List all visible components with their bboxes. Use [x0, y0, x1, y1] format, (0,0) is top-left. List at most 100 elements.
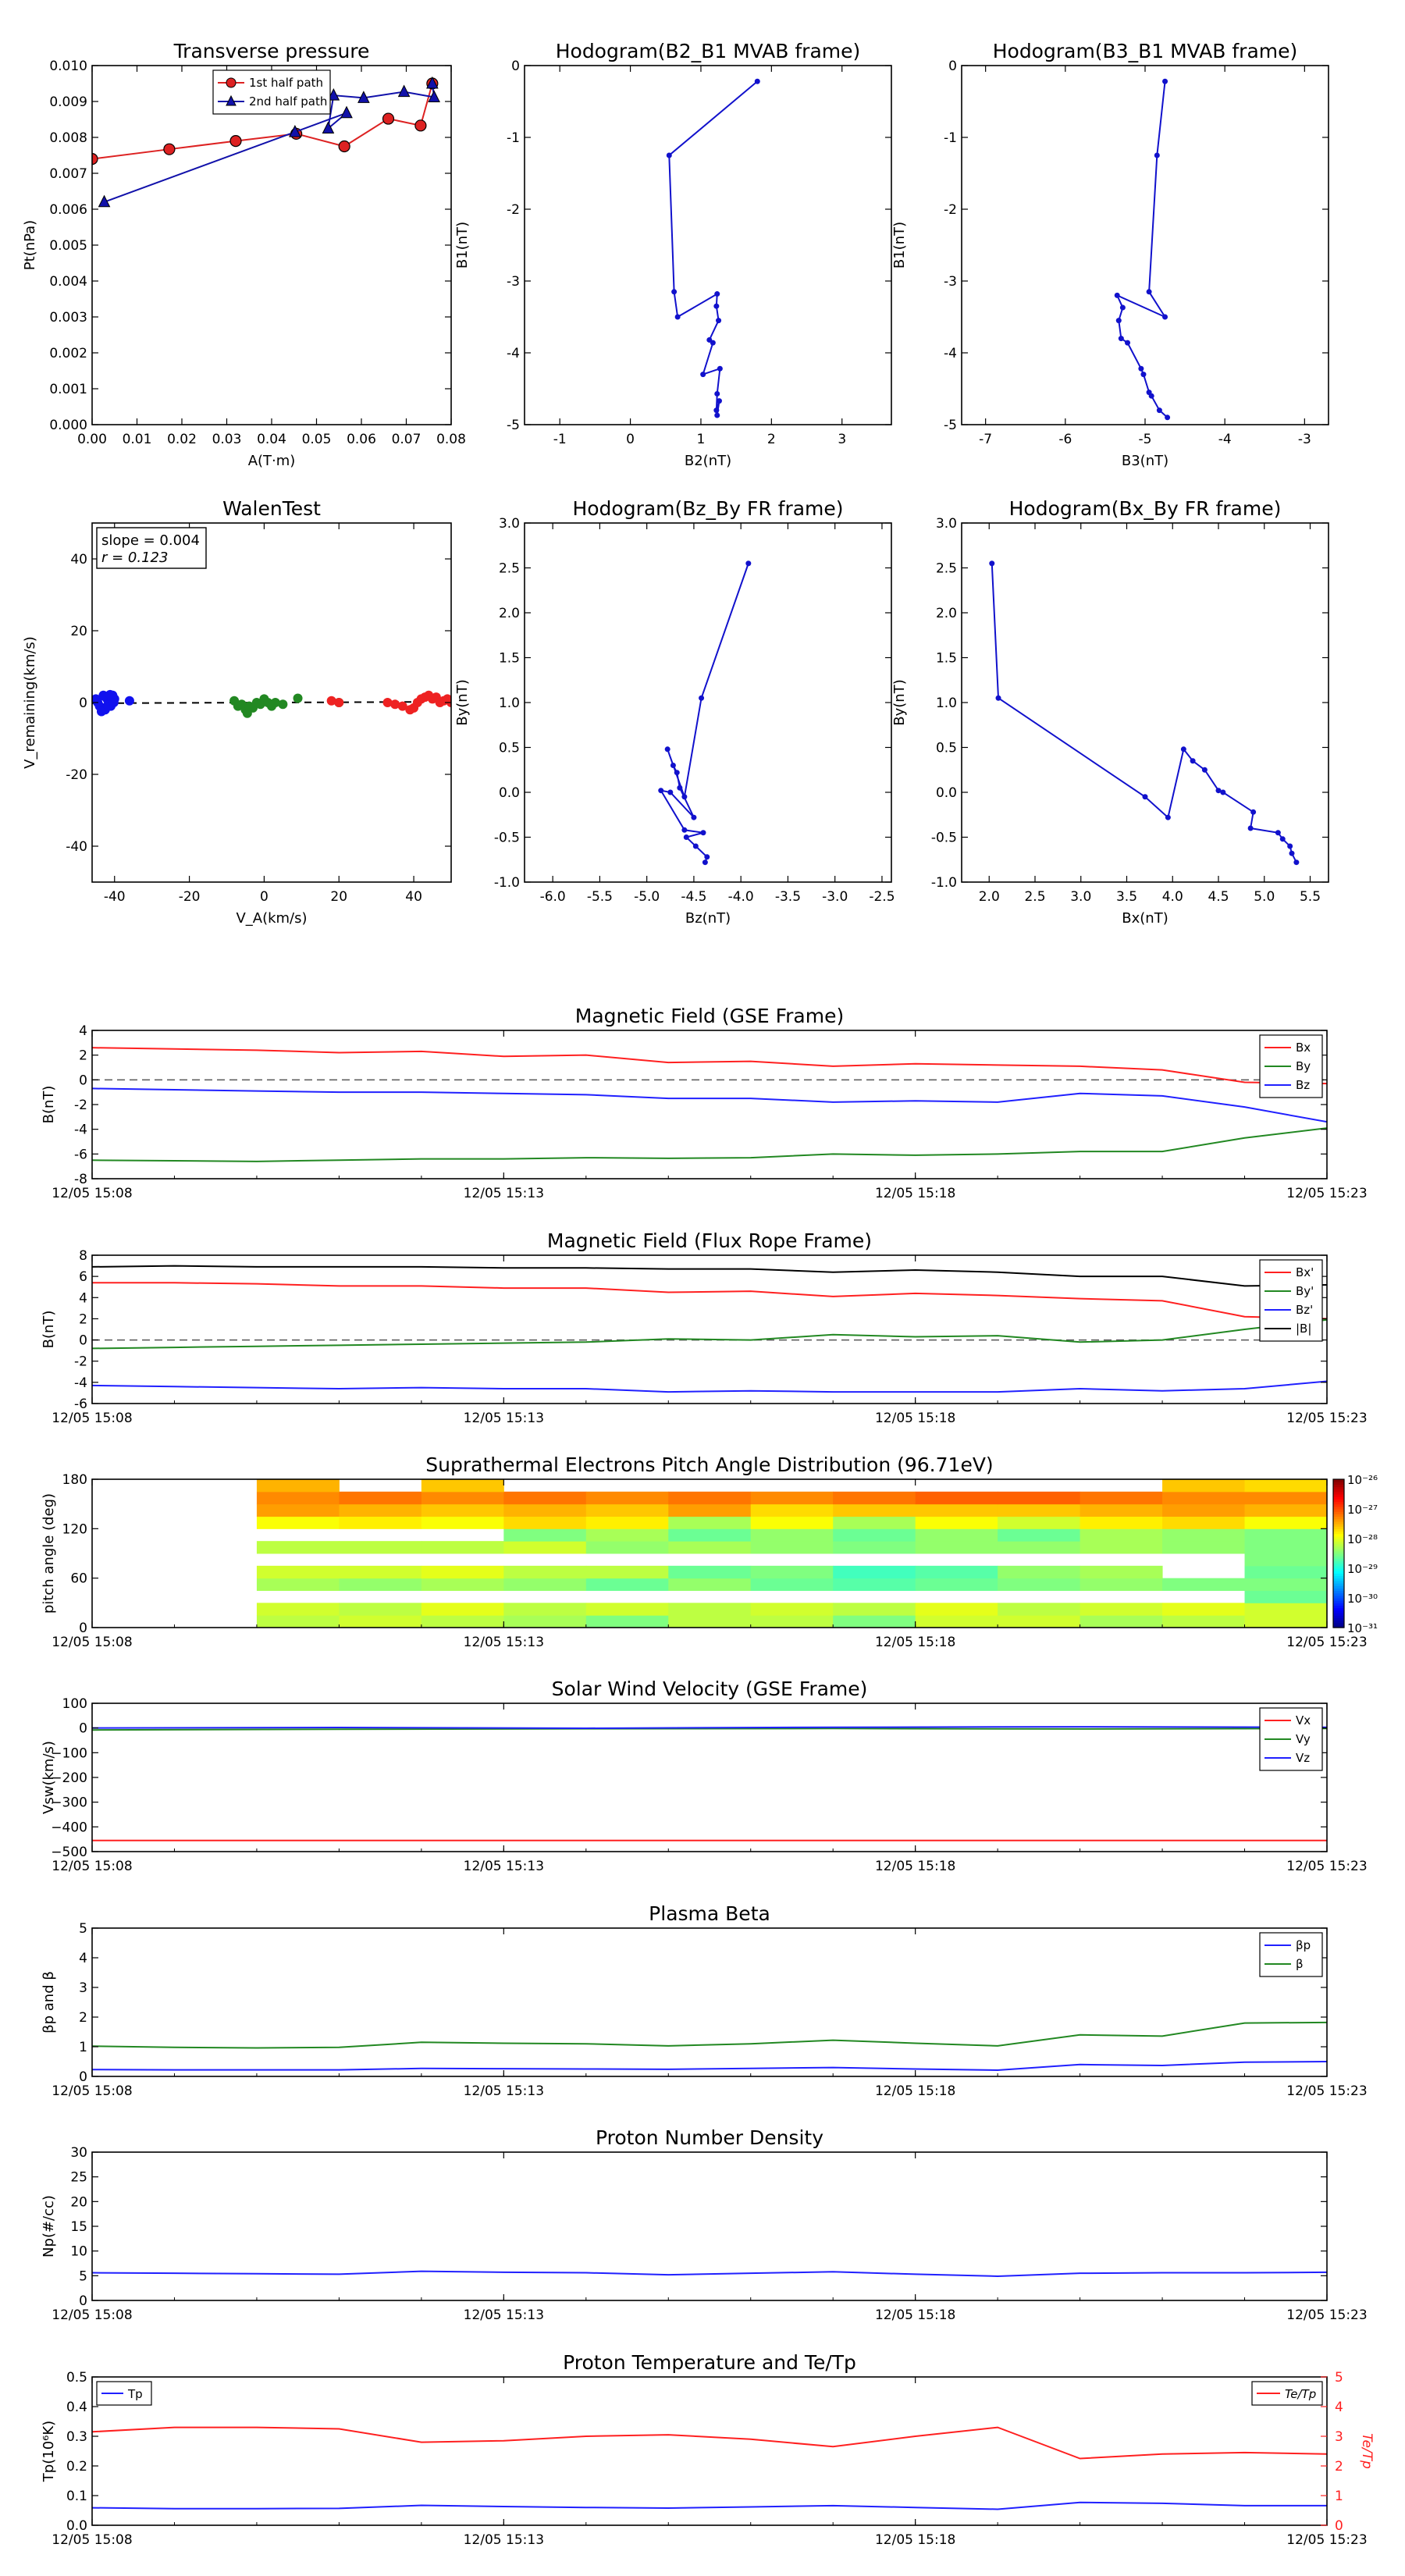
pad-cell: [833, 1516, 916, 1529]
figure: Transverse pressure0.00 0.01 0.02 0.03 0.04 0…: [22, 40, 1378, 2548]
np-xtick-label: 12/05 15:18: [875, 2307, 955, 2323]
hodogram-bx-by-xtick-label: 5.0: [1254, 889, 1275, 905]
pad-cell: [339, 1491, 422, 1505]
transverse-pressure-xtick-label: 0.03: [212, 432, 242, 447]
transverse-pressure-title: Transverse pressure: [173, 40, 370, 62]
pad-colorbar-label: 10⁻³⁰: [1347, 1592, 1378, 1606]
transverse-pressure-point: [163, 143, 176, 155]
pad-cell: [750, 1541, 834, 1554]
np-ytick-label: 20: [70, 2194, 87, 2210]
hodogram-bz-by-ytick-label: 0.5: [499, 741, 520, 756]
transverse-pressure-point: [382, 112, 395, 125]
transverse-pressure-ytick-label: 0.006: [49, 202, 87, 218]
hodogram-b3-b1-frame: [961, 65, 1329, 425]
vsw-plot-area: [92, 1726, 1327, 1841]
pad-plot-area: [256, 1479, 1327, 1628]
hodogram-b3-b1-point: [1114, 292, 1120, 298]
hodogram-bz-by-xtick-label: -4.5: [681, 889, 706, 905]
hodogram-b2-b1-ytick-label: -4: [507, 346, 520, 361]
beta-xtick-label: 12/05 15:13: [464, 2083, 544, 2099]
vsw-legend-label: Vz: [1296, 1751, 1310, 1765]
transverse-pressure-xtick-label: 0.07: [392, 432, 422, 447]
pad-cell: [421, 1615, 504, 1628]
b-gse-frame: [91, 1030, 1328, 1179]
vsw-panel: Solar Wind Velocity (GSE Frame) 12/05 15:…: [41, 1678, 1368, 1874]
hodogram-bz-by-point: [667, 789, 674, 795]
hodogram-bz-by-ytick-label: 3.0: [499, 516, 520, 532]
pad-cell: [915, 1615, 998, 1628]
transverse-pressure-ytick-label: 0.010: [49, 59, 87, 74]
hodogram-b2-b1-plot-area: [666, 78, 760, 418]
transverse-pressure-ytick-label: 0.009: [49, 94, 87, 110]
pad-cell: [750, 1491, 834, 1505]
vsw-legend-label: Vy: [1296, 1732, 1311, 1746]
hodogram-b3-b1-xtick-label: -7: [979, 432, 992, 447]
beta-panel: Plasma Beta 12/05 15:08 12/05 15:13 12/05 1…: [41, 1902, 1368, 2099]
pad-cell: [915, 1603, 998, 1616]
hodogram-bx-by-series-line-0: [991, 563, 1297, 863]
hodogram-b3-b1-xtick-label: -3: [1298, 432, 1311, 447]
pad-cell: [750, 1603, 834, 1616]
walen-test-ylabel: V_remaining(km/s): [22, 636, 38, 769]
pad-cell: [1244, 1516, 1327, 1529]
pad-cell: [256, 1491, 340, 1505]
hodogram-bx-by-ytick-label: -0.5: [931, 831, 957, 846]
pad-cell: [421, 1541, 504, 1554]
walen-test-point: [108, 698, 119, 707]
hodogram-bz-by-series-line-0: [659, 563, 749, 863]
b-gse-xtick-label: 12/05 15:08: [52, 1186, 132, 1201]
hodogram-bz-by-point: [681, 794, 688, 800]
b-fr-xtick-label: 12/05 15:13: [464, 1411, 544, 1426]
transverse-pressure-ytick-label: 0.003: [49, 310, 87, 326]
hodogram-bx-by-point: [989, 560, 995, 567]
vsw-legend-label: Vx: [1296, 1713, 1311, 1727]
pad-cell: [1080, 1565, 1163, 1579]
hodogram-b2-b1-point: [714, 412, 720, 418]
b-fr-series-line-Bz': [92, 1380, 1327, 1393]
tp-xtick-label: 12/05 15:13: [464, 2532, 544, 2548]
tp-legend-right-label: Te/Tp: [1285, 2387, 1316, 2401]
pad-cell: [1162, 1479, 1246, 1493]
vsw-title: Solar Wind Velocity (GSE Frame): [552, 1678, 868, 1700]
walen-test-point: [293, 693, 303, 703]
hodogram-bz-by-ytick-label: 2.0: [499, 606, 520, 621]
pad-cell: [256, 1503, 340, 1517]
tp-y2tick-label: 2: [1335, 2459, 1343, 2475]
pad-cell: [750, 1615, 834, 1628]
hodogram-bz-by-ytick-label: -0.5: [494, 831, 520, 846]
hodogram-bx-by-point: [1220, 789, 1226, 795]
hodogram-b3-b1-point: [1162, 78, 1168, 84]
pad-cell: [1080, 1541, 1163, 1554]
pad-xtick-label: 12/05 15:23: [1286, 1635, 1367, 1650]
hodogram-bz-by-xtick-label: -3.5: [775, 889, 801, 905]
pad-colorbar-label: 10⁻²⁶: [1347, 1473, 1378, 1487]
vsw-xtick-label: 12/05 15:18: [875, 1859, 955, 1874]
b-fr-series-line-Bx': [92, 1282, 1327, 1320]
tp-legend-left-label: Tp: [127, 2387, 143, 2401]
pad-cell: [750, 1516, 834, 1529]
pad-cell: [1080, 1578, 1163, 1591]
pad-cell: [256, 1565, 340, 1579]
tp-ytick-label: 0.4: [66, 2400, 87, 2415]
hodogram-b3-b1-xtick-label: -6: [1058, 432, 1072, 447]
hodogram-bx-by-point: [995, 695, 1001, 701]
b-fr-legend-label: |B|: [1296, 1322, 1311, 1336]
hodogram-bx-by-panel: Hodogram(Bx_By FR frame) 2.0 2.5 3.0 3.5 4.0 4…: [891, 497, 1329, 927]
pad-cell: [503, 1615, 587, 1628]
b-gse-ytick-label: 0: [79, 1073, 87, 1088]
np-ytick-label: 30: [70, 2145, 87, 2161]
tp-panel: Proton Temperature and Te/Tp 12/05 15:08 1…: [41, 2351, 1375, 2548]
transverse-pressure-point: [340, 105, 353, 119]
hodogram-b2-b1-ytick-label: -2: [507, 202, 520, 218]
b-gse-panel: Magnetic Field (GSE Frame) 12/05 15:08 12/…: [41, 1005, 1368, 1201]
beta-ylabel: βp and β: [41, 1971, 57, 2033]
pad-cell: [1244, 1565, 1327, 1579]
pad-cell: [1244, 1528, 1327, 1542]
pad-cell: [1244, 1590, 1327, 1603]
pad-cell: [1080, 1528, 1163, 1542]
pad-cell: [750, 1528, 834, 1542]
hodogram-bz-by-point: [674, 770, 680, 776]
pad-cell: [339, 1578, 422, 1591]
pad-cell: [1162, 1578, 1246, 1591]
hodogram-b3-b1-ytick-label: -2: [944, 202, 957, 218]
